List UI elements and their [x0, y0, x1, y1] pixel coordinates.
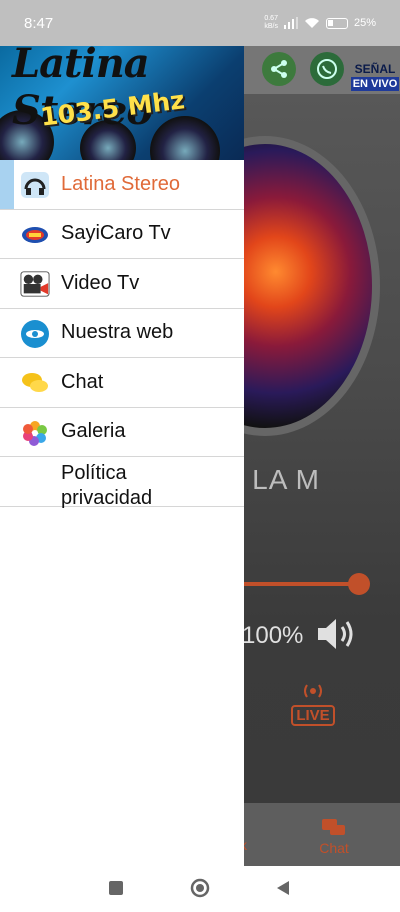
network-speed: 0.67 kB/s [264, 15, 278, 31]
drawer-header-banner: Latina Stereo 103.5 Mhz [0, 46, 244, 160]
drawer-item-video-tv[interactable]: Video Tv [0, 259, 244, 309]
drawer-item-label: Política privacidad [61, 462, 153, 509]
nav-chat-label: Chat [319, 840, 349, 856]
nav-item-chat[interactable]: Chat [312, 819, 356, 856]
drawer-item-politica-privacidad[interactable]: Política privacidad [0, 457, 244, 509]
network-speed-value: 0.67 [264, 15, 278, 22]
network-speed-unit: kB/s [264, 23, 278, 30]
broadcast-icon [304, 684, 322, 698]
live-button[interactable]: LIVE [290, 683, 336, 729]
back-icon [277, 881, 289, 895]
drawer-item-label: Galeria [61, 420, 126, 443]
chat-bubbles-icon [20, 369, 50, 397]
home-button[interactable] [190, 878, 210, 903]
drawer-item-label: Latina Stereo [61, 172, 180, 195]
tv-logo-icon [20, 221, 50, 249]
status-time: 8:47 [24, 14, 54, 32]
status-icons: 0.67 kB/s 25% [264, 15, 376, 31]
battery-icon [325, 17, 348, 29]
live-logo-line2: EN VIVO [350, 77, 400, 91]
volume-level: 100% [242, 622, 304, 649]
drawer-item-nuestra-web[interactable]: Nuestra web [0, 309, 244, 358]
seek-thumb[interactable] [348, 573, 370, 595]
status-bar: 8:47 0.67 kB/s 25% [0, 0, 400, 46]
gallery-icon [20, 419, 50, 447]
home-icon [190, 878, 210, 898]
whatsapp-button[interactable] [310, 52, 344, 86]
drawer-item-label: SayiCaro Tv [61, 222, 171, 245]
drawer-item-sayicaro-tv[interactable]: SayiCaro Tv [0, 210, 244, 259]
drawer-item-galeria[interactable]: Galeria [0, 408, 244, 457]
wifi-icon [304, 18, 319, 28]
radio-icon [20, 171, 50, 199]
live-label: LIVE [291, 705, 335, 726]
drawer-item-label: Chat [61, 370, 104, 393]
drawer-item-chat[interactable]: Chat [0, 358, 244, 408]
recents-icon [109, 881, 123, 895]
share-icon [271, 60, 287, 78]
share-button[interactable] [262, 52, 296, 86]
volume-icon[interactable] [316, 616, 360, 652]
system-navigation-bar [0, 866, 400, 912]
drawer-menu: Latina Stereo SayiCaro Tv Video Tv Nuest… [0, 160, 244, 509]
whatsapp-icon [317, 59, 337, 79]
recents-button[interactable] [108, 880, 124, 901]
video-camera-icon [20, 270, 50, 298]
battery-percent: 25% [353, 17, 376, 29]
signal-icon [283, 17, 298, 29]
drawer-item-label: Nuestra web [61, 321, 174, 344]
drawer-item-latina-stereo[interactable]: Latina Stereo [0, 160, 244, 210]
drawer-item-label: Video Tv [61, 271, 140, 294]
web-icon [20, 319, 50, 348]
live-signal-logo: SEÑAL EN VIVO [350, 50, 400, 91]
chat-icon [322, 819, 345, 835]
navigation-drawer: Latina Stereo 103.5 Mhz Latina Stereo Sa… [0, 46, 244, 866]
back-button[interactable] [276, 880, 290, 901]
live-logo-line1: SEÑAL [354, 62, 396, 76]
